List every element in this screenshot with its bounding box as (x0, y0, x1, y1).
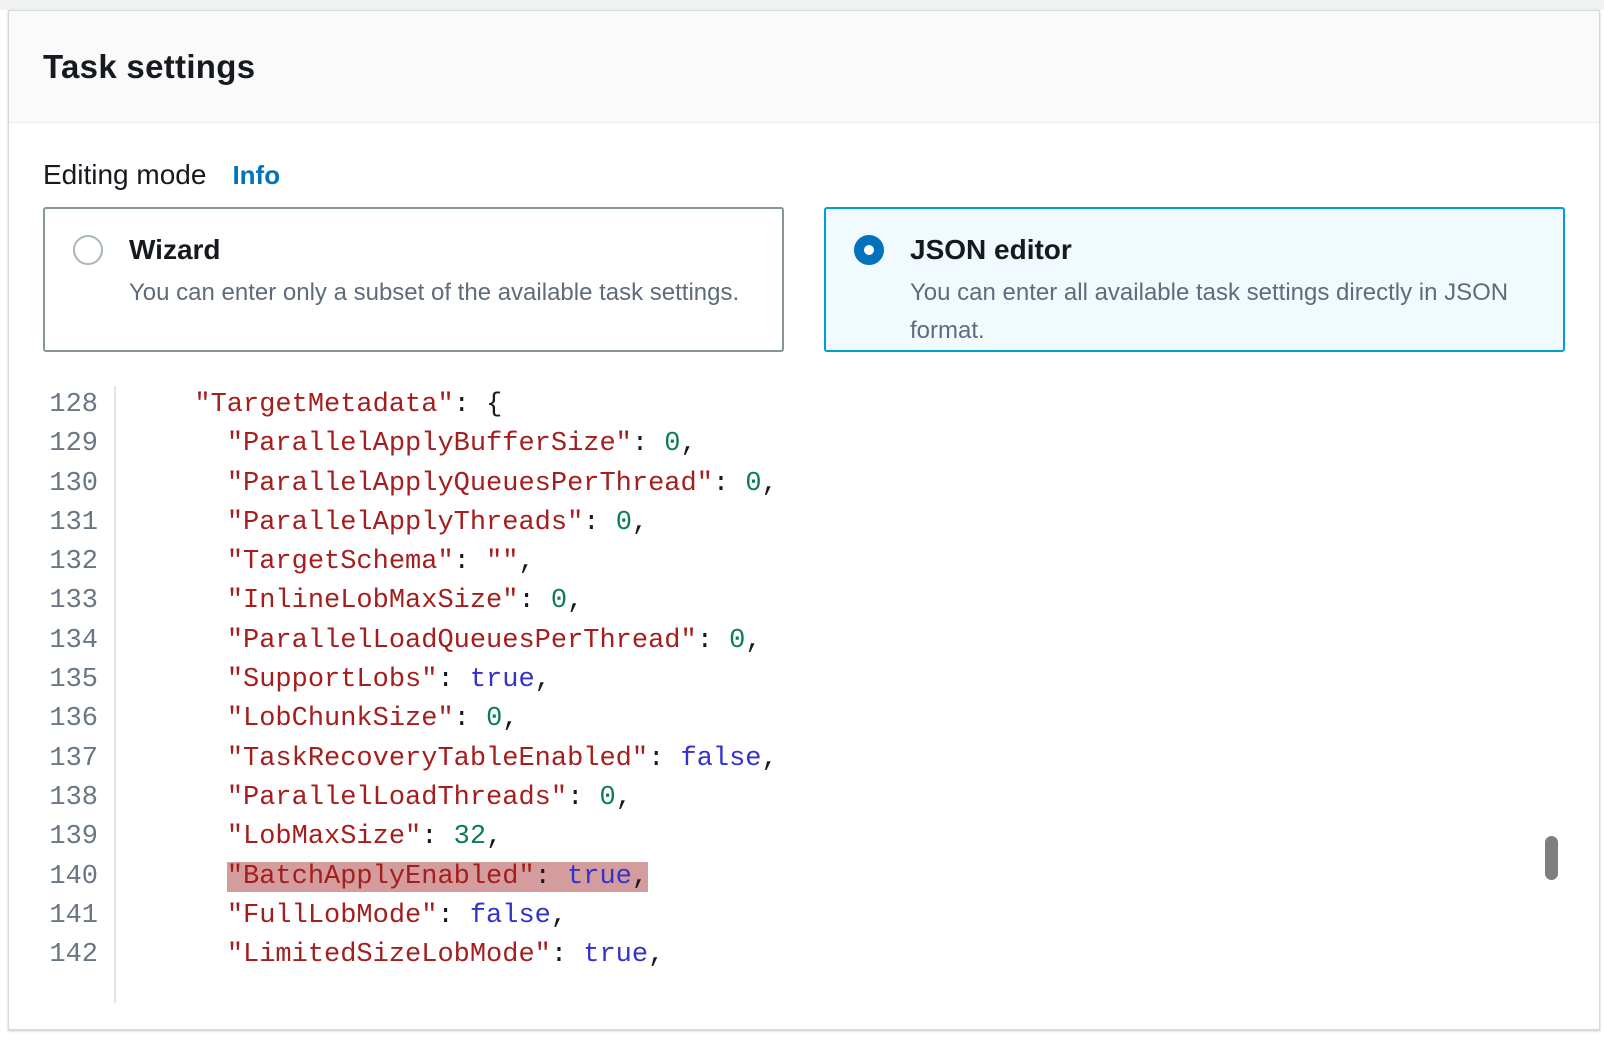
code-line[interactable]: 129 "ParallelApplyBufferSize": 0, (9, 425, 1599, 464)
code-text: "LobChunkSize": 0, (114, 700, 1599, 739)
editing-mode-row: Editing mode Info (43, 159, 1565, 191)
line-number: 130 (9, 465, 106, 504)
code-text: "ParallelApplyBufferSize": 0, (114, 425, 1599, 464)
code-text: "TaskRecoveryTableEnabled": false, (114, 740, 1599, 779)
code-line[interactable]: 142 "LimitedSizeLobMode": true, (9, 936, 1599, 975)
code-text: "ParallelLoadQueuesPerThread": 0, (114, 622, 1599, 661)
line-number: 132 (9, 543, 106, 582)
editing-mode-label: Editing mode (43, 159, 206, 191)
highlighted-code: "BatchApplyEnabled": true, (227, 862, 648, 892)
line-number: 128 (9, 386, 106, 425)
code-text: "BatchApplyEnabled": true, (114, 858, 1599, 897)
code-line[interactable]: 128 "TargetMetadata": { (9, 386, 1599, 425)
code-line[interactable]: 134 "ParallelLoadQueuesPerThread": 0, (9, 622, 1599, 661)
editing-mode-tiles: Wizard You can enter only a subset of th… (43, 207, 1565, 352)
scrollbar-thumb[interactable] (1545, 836, 1558, 880)
line-number: 136 (9, 700, 106, 739)
code-line[interactable]: 136 "LobChunkSize": 0, (9, 700, 1599, 739)
tile-wizard-head: Wizard (73, 234, 754, 266)
code-text: "LobMaxSize": 32, (114, 818, 1599, 857)
line-number: 141 (9, 897, 106, 936)
info-link[interactable]: Info (232, 160, 280, 191)
line-number: 139 (9, 818, 106, 857)
code-text: "TargetSchema": "", (114, 543, 1599, 582)
code-line[interactable]: 139 "LobMaxSize": 32, (9, 818, 1599, 857)
code-text: "ParallelApplyQueuesPerThread": 0, (114, 465, 1599, 504)
tile-json-editor[interactable]: JSON editor You can enter all available … (824, 207, 1565, 352)
code-text: "ParallelApplyThreads": 0, (114, 504, 1599, 543)
tile-wizard[interactable]: Wizard You can enter only a subset of th… (43, 207, 784, 352)
json-code-editor[interactable]: 128 "TargetMetadata": {129 "ParallelAppl… (9, 386, 1599, 1003)
code-text: "SupportLobs": true, (114, 661, 1599, 700)
json-editor-radio-button[interactable] (854, 235, 884, 265)
task-settings-panel: Task settings Editing mode Info Wizard Y… (8, 10, 1600, 1030)
code-line[interactable]: 135 "SupportLobs": true, (9, 661, 1599, 700)
panel-header: Task settings (9, 11, 1599, 123)
code-line[interactable]: 137 "TaskRecoveryTableEnabled": false, (9, 740, 1599, 779)
code-line[interactable]: 138 "ParallelLoadThreads": 0, (9, 779, 1599, 818)
wizard-radio-button[interactable] (73, 235, 103, 265)
line-number: 142 (9, 936, 106, 975)
code-text: "TargetMetadata": { (114, 386, 1599, 425)
code-line[interactable]: 132 "TargetSchema": "", (9, 543, 1599, 582)
wizard-description: You can enter only a subset of the avail… (129, 274, 754, 312)
line-number: 140 (9, 858, 106, 897)
code-line[interactable]: 130 "ParallelApplyQueuesPerThread": 0, (9, 465, 1599, 504)
code-line[interactable]: 140 "BatchApplyEnabled": true, (9, 858, 1599, 897)
line-number: 134 (9, 622, 106, 661)
json-editor-label: JSON editor (910, 234, 1072, 266)
code-line[interactable]: 131 "ParallelApplyThreads": 0, (9, 504, 1599, 543)
code-line[interactable]: 141 "FullLobMode": false, (9, 897, 1599, 936)
page-title: Task settings (43, 48, 255, 86)
code-text: "FullLobMode": false, (114, 897, 1599, 936)
gutter-tail (9, 975, 1599, 1003)
wizard-label: Wizard (129, 234, 221, 266)
line-number: 137 (9, 740, 106, 779)
tile-json-editor-head: JSON editor (854, 234, 1535, 266)
code-line[interactable]: 133 "InlineLobMaxSize": 0, (9, 582, 1599, 621)
code-text: "LimitedSizeLobMode": true, (114, 936, 1599, 975)
code-text: "ParallelLoadThreads": 0, (114, 779, 1599, 818)
code-text: "InlineLobMaxSize": 0, (114, 582, 1599, 621)
json-editor-description: You can enter all available task setting… (910, 274, 1530, 350)
page-background-strip (0, 0, 1604, 10)
line-number: 131 (9, 504, 106, 543)
line-number: 135 (9, 661, 106, 700)
line-number: 133 (9, 582, 106, 621)
line-number: 138 (9, 779, 106, 818)
panel-content: Editing mode Info Wizard You can enter o… (9, 123, 1599, 1003)
line-number: 129 (9, 425, 106, 464)
